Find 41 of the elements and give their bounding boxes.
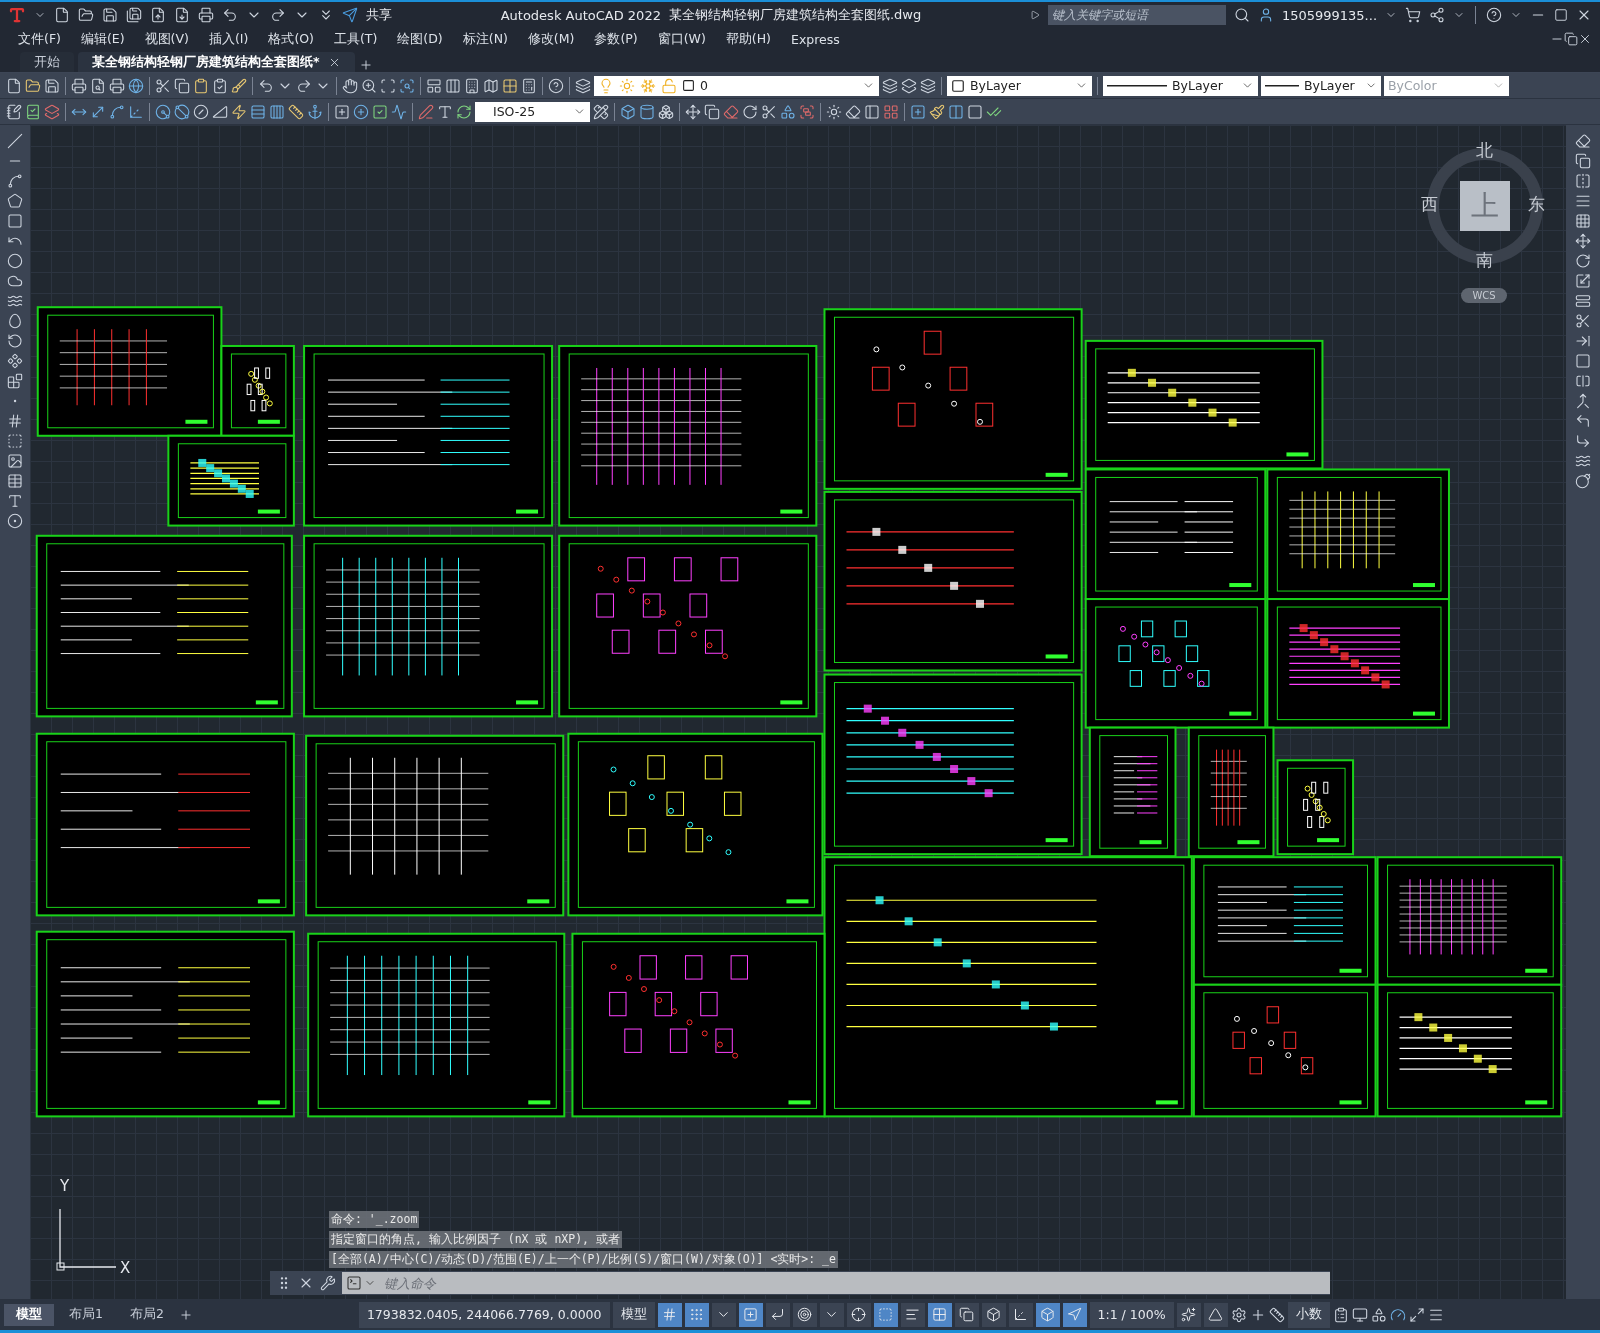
menu-item[interactable]: 修改(M) [517,30,585,48]
color-dropdown[interactable]: ByLayer [947,75,1092,96]
units-dropdown[interactable]: 小数 [1287,1301,1330,1328]
model-space-button[interactable]: 模型 [612,1301,655,1328]
wcs-menu[interactable]: WCS [1461,288,1507,303]
compass-label[interactable]: 南 [1476,249,1493,272]
axis-label: Y [60,1177,70,1195]
menu-item[interactable]: 插入(I) [198,30,259,48]
annotation-scale[interactable]: 1:1 / 100% [1089,1301,1174,1328]
menu-item[interactable]: 视图(V) [134,30,199,48]
compass-label[interactable]: 北 [1476,139,1493,162]
layout-tab[interactable]: 布局1 [57,1303,115,1326]
document-tab[interactable]: 某全钢结构轻钢厂房建筑结构全套图纸* [78,52,355,72]
search-field[interactable]: 键入关键字或短语 [1047,5,1226,25]
menu-item[interactable]: 参数(P) [584,30,648,48]
file-name: 某全钢结构轻钢厂房建筑结构全套图纸.dwg [668,6,922,24]
layout-tab[interactable]: 布局2 [117,1303,176,1326]
menu-item[interactable]: 格式(O) [258,30,324,48]
menu-item[interactable]: 绘图(D) [387,30,453,48]
menu-item[interactable]: 编辑(E) [70,30,135,48]
command-input-field[interactable]: 键入命令 [380,1272,1330,1294]
layer-name: 0 [700,78,708,93]
menu-item[interactable]: 工具(T) [323,30,388,48]
menu-item[interactable]: 标注(N) [452,30,518,48]
document-tab[interactable]: 开始 [20,52,74,72]
menu-item[interactable]: Express [781,31,850,47]
user-name[interactable]: 1505999135... [1281,7,1377,23]
lineweight-dropdown[interactable]: ByLayer [1261,75,1381,96]
share-label[interactable]: 共享 [366,6,392,24]
menu-item[interactable]: 帮助(H) [715,30,781,48]
menu-item[interactable]: 窗口(W) [647,30,716,48]
model-space-canvas[interactable]: 北 西 上 东 南 WCS Y X 命令: '_.zoom 指定窗口的角点, 输入比例因子 (nX 或 nXP), 或者 [全部(A)/中心(C)/动态(D)/范围(E)/上一个(P)/比例(S)/窗口(W)/对象(O)] <实时>: _e 键入命令 [30,125,1566,1299]
layout-tab[interactable]: 模型 [4,1303,54,1326]
coordinates-readout: 1793832.0405, 244066.7769, 0.0000 [358,1301,610,1328]
dimension-style-dropdown[interactable]: ISO-25 [475,101,590,122]
linetype-dropdown[interactable]: ByLayer [1103,75,1258,96]
compass-label[interactable]: 东 [1528,193,1545,216]
axis-label: X [120,1259,131,1277]
compass-label[interactable]: 西 [1421,193,1438,216]
app-title: Autodesk AutoCAD 2022 [500,7,661,23]
menu-item[interactable]: 文件(F) [8,30,71,48]
